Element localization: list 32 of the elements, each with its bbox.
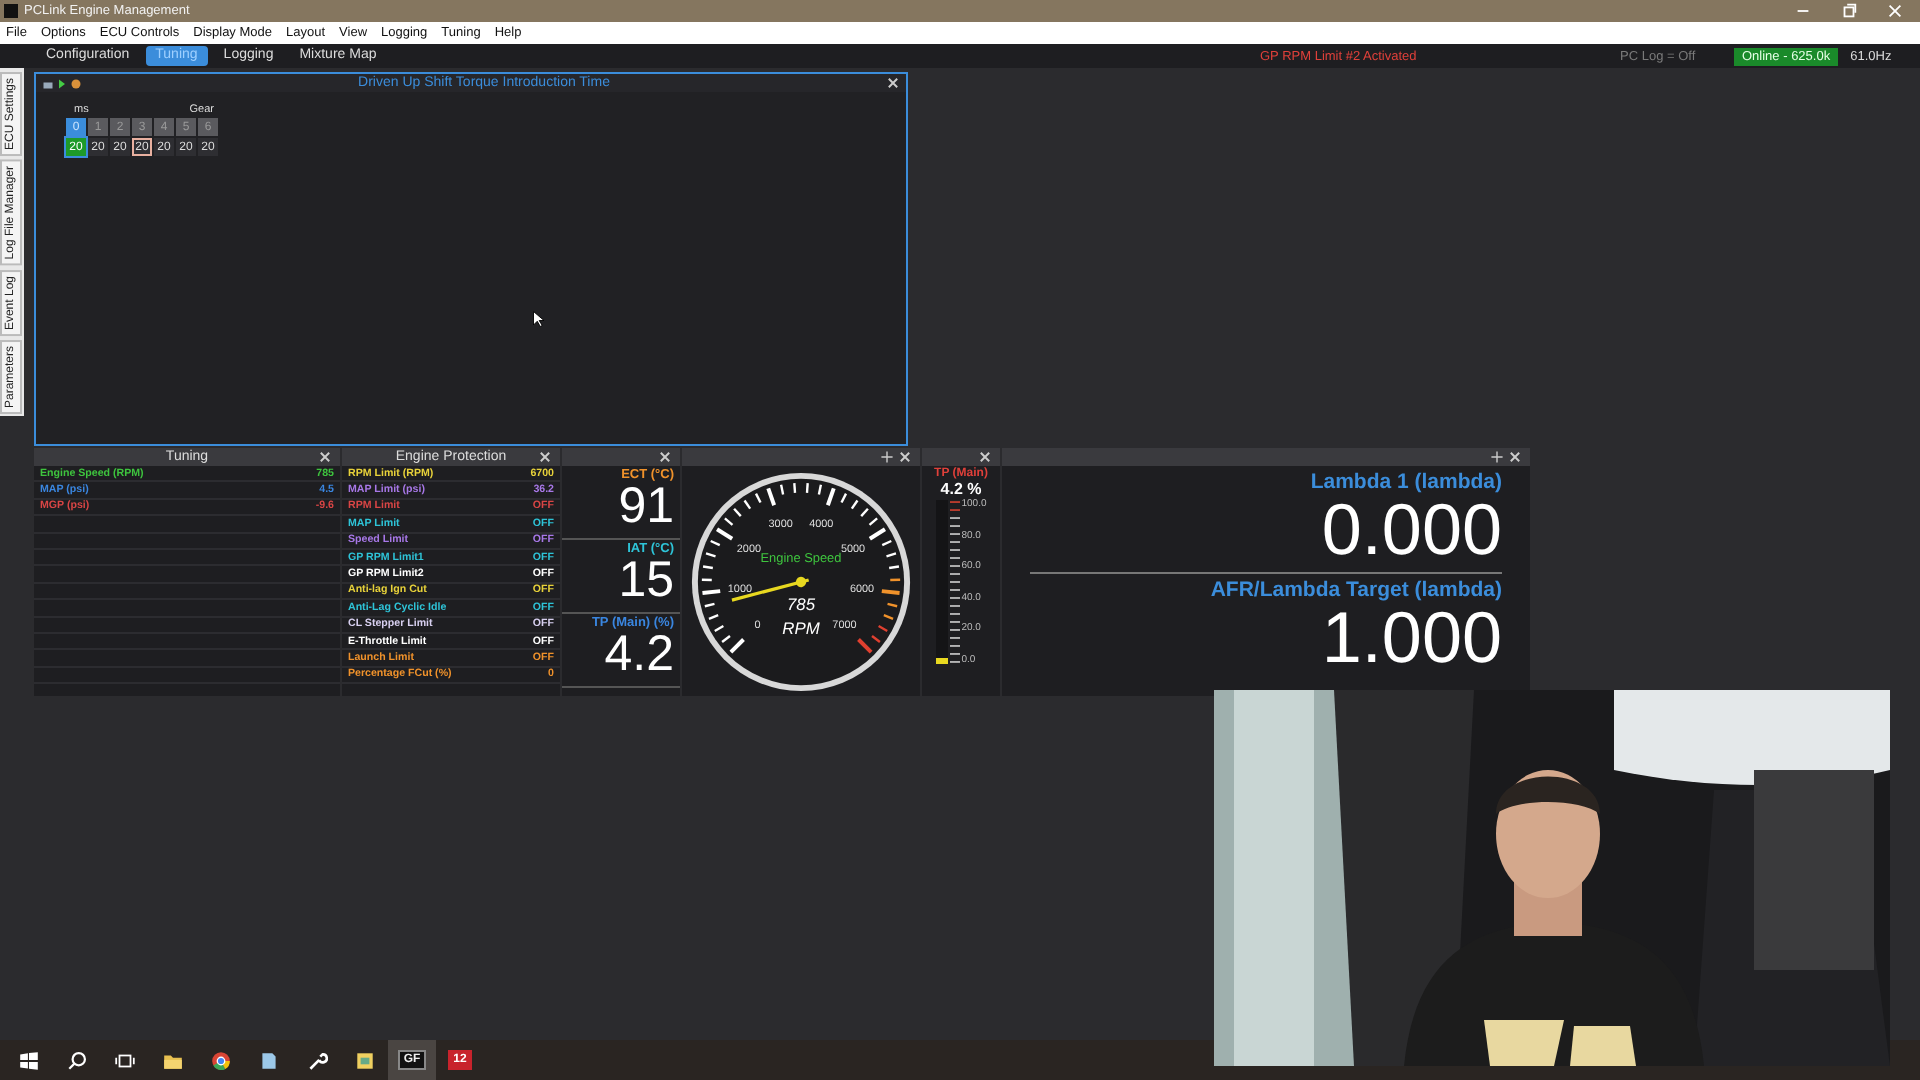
wrench-icon[interactable] [305,1049,327,1071]
move-icon[interactable] [1490,450,1504,464]
close-icon[interactable] [318,450,332,464]
pointer-icon [532,310,544,328]
close-icon[interactable] [1508,450,1522,464]
gauge-reading: 785 [786,593,816,614]
readout-value: 4.2 [604,630,674,680]
close-icon[interactable] [538,450,552,464]
readout-value: 15 [618,556,674,606]
readout-value: 91 [618,482,674,532]
readout-label: AFR/Lambda Target (lambda) [1210,578,1502,602]
meter-reading: 4.2 % [940,480,982,498]
task-view-icon[interactable] [113,1049,135,1071]
close-icon[interactable] [978,450,992,464]
restore-icon[interactable] [1840,2,1858,20]
play-icon[interactable] [56,77,68,89]
readout-label: Lambda 1 (lambda) [1310,470,1502,494]
document-icon[interactable] [257,1049,279,1071]
app-logo-icon [4,4,18,18]
grid-icon[interactable] [42,77,54,89]
close-icon[interactable] [886,76,900,90]
readout-value: 0.000 [1321,494,1502,566]
windows-start-icon[interactable] [17,1049,39,1071]
close-icon[interactable] [898,450,912,464]
browser-icon[interactable] [209,1049,231,1071]
gauge-needle [731,576,810,602]
close-icon[interactable] [658,450,672,464]
search-icon[interactable] [65,1049,87,1071]
gauge-unit: RPM [782,617,820,638]
move-icon[interactable] [880,450,894,464]
readout-value: 1.000 [1321,602,1502,674]
notepad-icon[interactable] [353,1049,375,1071]
